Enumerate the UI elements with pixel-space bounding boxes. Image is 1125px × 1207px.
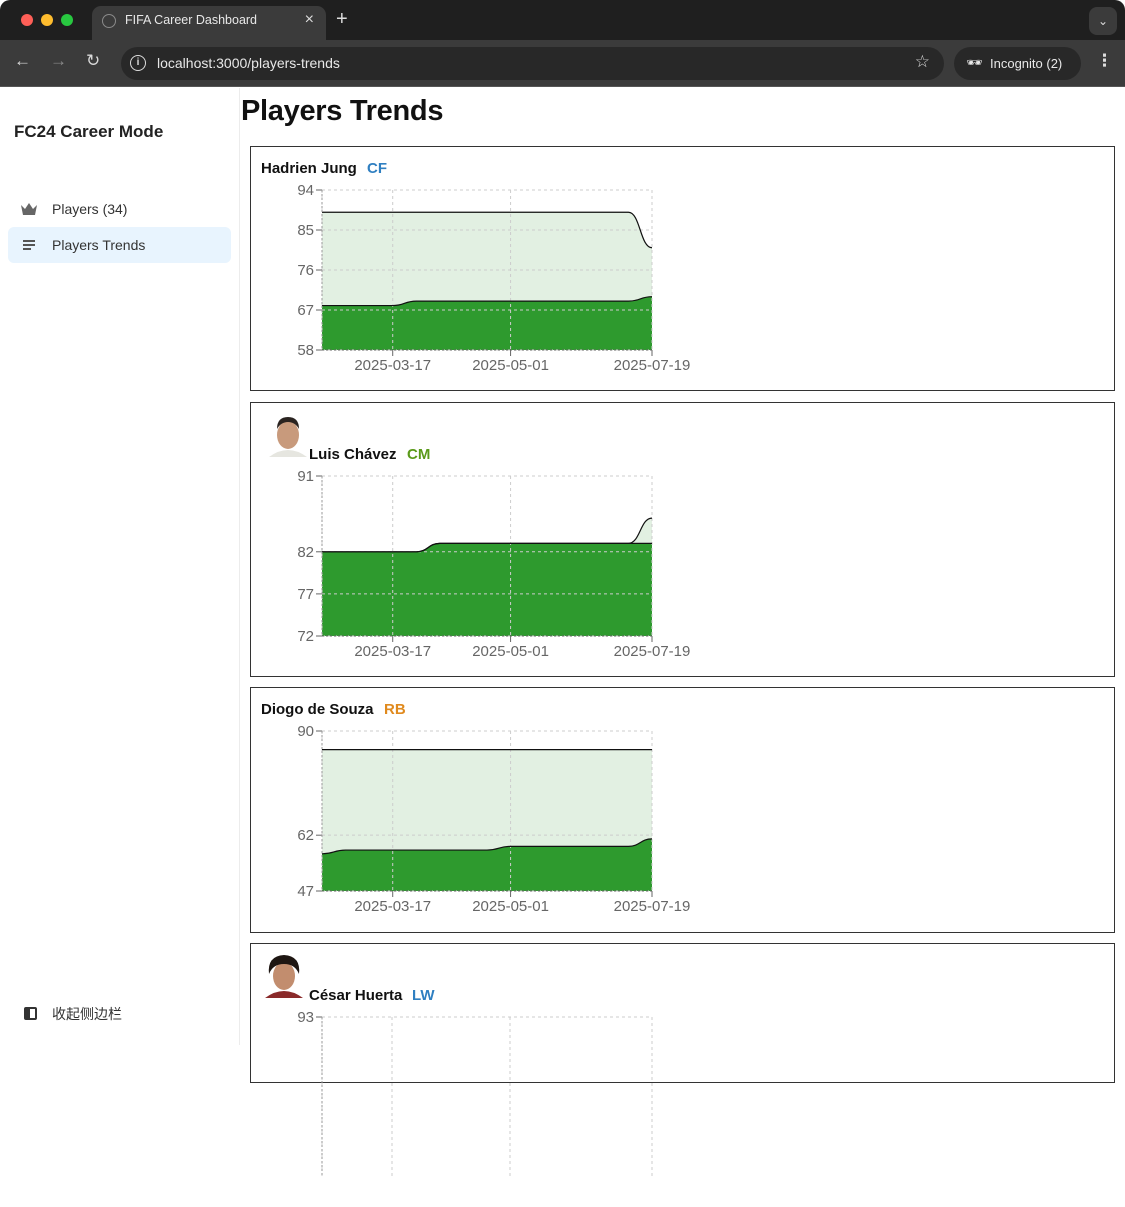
plus-icon[interactable]: + [336,8,348,31]
player-trend-card: César Huerta LW 93 [250,943,1115,1177]
y-tick-label: 91 [297,468,314,485]
y-tick-label: 47 [297,883,314,900]
app-brand: FC24 Career Mode [14,122,164,141]
avatar-face [273,962,295,990]
sidebar: FC24 Career Mode Players (34) Players Tr… [0,88,240,1045]
reload-icon[interactable]: ↻ [86,51,100,71]
player-name: Diogo de Souza [261,701,374,718]
window-close-button[interactable] [21,14,33,26]
trend-chart: 58 67 76 85 94 2025-03-17 2025-05-01 2025-07-19 [297,182,690,374]
player-name: Luis Chávez [309,446,397,463]
x-tick-label: 2025-07-19 [614,898,691,915]
url-text[interactable]: localhost:3000/players-trends [157,55,340,71]
trend-chart: 47 62 90 2025-03-17 2025-05-01 2025-07-19 [297,723,690,915]
player-avatar [269,417,307,457]
collapse-sidebar-label: 收起侧边栏 [52,1006,122,1022]
y-tick-label: 77 [297,586,314,603]
chevron-down-icon[interactable]: ⌄ [1089,7,1117,35]
x-tick-label: 2025-07-19 [614,643,691,660]
y-tick-label: 76 [297,262,314,279]
star-icon[interactable]: ☆ [915,52,930,72]
list-icon [23,240,35,250]
sidebar-item-players-trends[interactable]: Players Trends [8,227,231,263]
player-name: Hadrien Jung [261,160,357,177]
profile-label: Incognito (2) [990,56,1063,71]
player-position-badge: LW [412,987,435,1004]
player-trend-card: Hadrien Jung CF 58 67 76 85 94 2025-03-17 2025-0… [250,146,1115,391]
browser-tab-bar: FIFA Career Dashboard × + ⌄ [0,0,1125,40]
x-tick-label: 2025-03-17 [354,357,431,374]
y-tick-label: 62 [297,827,314,844]
trend-chart: 93 [297,1009,653,1177]
y-tick-label: 72 [297,628,314,645]
x-tick-label: 2025-05-01 [472,898,549,915]
tab-title: FIFA Career Dashboard [125,13,258,27]
arrow-left-icon[interactable]: ← [14,51,31,71]
x-tick-label: 2025-05-01 [472,643,549,660]
y-tick-label: 85 [297,222,314,239]
player-name: César Huerta [309,987,403,1004]
window-minimize-button[interactable] [41,14,53,26]
player-position-badge: RB [384,701,406,718]
player-trend-card: Diogo de Souza RB 47 62 90 2025-03-17 2025-05-… [250,687,1115,933]
y-tick-label: 94 [297,182,314,199]
x-tick-label: 2025-07-19 [614,357,691,374]
y-tick-label: 82 [297,544,314,561]
page-title: Players Trends [241,95,444,127]
y-tick-label: 67 [297,302,314,319]
arrow-right-icon[interactable]: → [50,51,67,71]
close-icon[interactable]: × [305,11,314,29]
y-tick-label: 58 [297,342,314,359]
player-avatar [265,955,303,998]
y-tick-label: 90 [297,723,314,740]
sidebar-toggle-icon [24,1007,37,1020]
player-position-badge: CF [367,160,387,177]
browser-toolbar: ← → ↻ i localhost:3000/players-trends ☆ … [0,40,1125,87]
y-tick-label: 93 [297,1009,314,1026]
avatar-face [277,421,299,449]
x-tick-label: 2025-05-01 [472,357,549,374]
x-tick-label: 2025-03-17 [354,898,431,915]
address-bar[interactable]: i localhost:3000/players-trends ☆ [121,47,944,80]
kebab-menu-icon[interactable]: ⋮ [1096,51,1113,71]
player-trend-card: Luis Chávez CM 72 77 82 91 2025-03-17 2025-05-0… [250,402,1115,677]
player-position-badge: CM [407,446,431,463]
avatar-shirt [269,450,307,457]
crown-icon [21,203,37,215]
incognito-profile-button[interactable]: 🕶 Incognito (2) [954,47,1081,80]
info-icon[interactable]: i [130,55,146,71]
sidebar-item-label: Players Trends [52,237,146,253]
overall-area [322,543,652,636]
x-tick-label: 2025-03-17 [354,643,431,660]
avatar-shirt [265,991,303,998]
globe-icon [102,14,116,28]
browser-tab[interactable]: FIFA Career Dashboard × [92,6,326,40]
incognito-icon: 🕶 [966,55,983,70]
window-zoom-button[interactable] [61,14,73,26]
trend-chart: 72 77 82 91 2025-03-17 2025-05-01 2025-07-19 [297,468,690,660]
sidebar-item-label: Players (34) [52,201,128,217]
sidebar-item-players[interactable]: Players (34) [8,191,231,227]
